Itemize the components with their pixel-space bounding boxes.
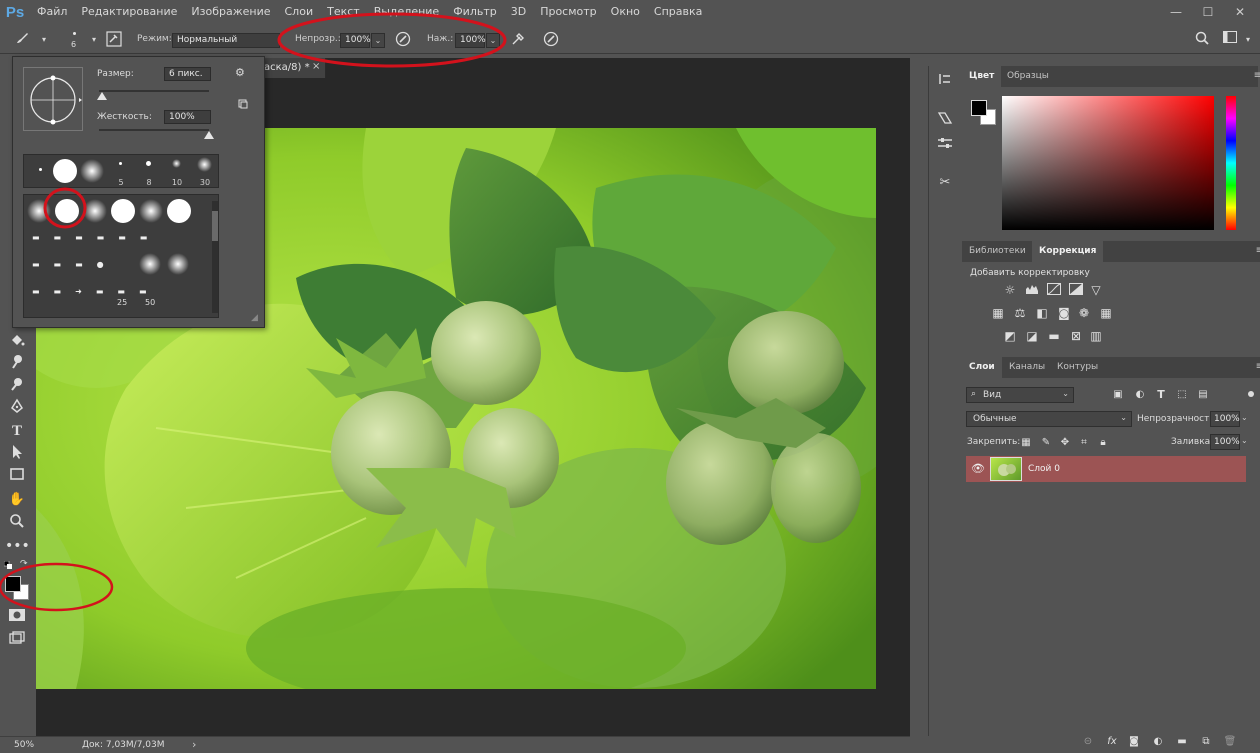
gradient-map-icon[interactable]: ▥ — [1088, 329, 1104, 343]
adjustments-title: Добавить корректировку — [970, 268, 1090, 278]
layers-panel: Слои Каналы Контуры ≡ ⌕ Вид ⌄ ▣ ◐ T ⬚ ▤ … — [962, 357, 1260, 753]
invert-icon[interactable]: ◩ — [1002, 329, 1018, 343]
filter-search-icon: ⌕ — [971, 389, 977, 399]
new-layer-icon[interactable]: ⧉ — [1198, 735, 1214, 749]
lock-position-icon[interactable]: ✥ — [1057, 436, 1073, 450]
vibrance-adjustment-icon[interactable]: ▽ — [1088, 283, 1104, 297]
blend-mode-value: Обычные — [973, 414, 1017, 424]
tools-scissors-icon[interactable]: ✂ — [934, 172, 956, 194]
foreground-color-chip[interactable] — [971, 100, 987, 116]
layers-footer: ⊝ fx ◙ ◐ ▬ ⧉ 🗑︎ — [1076, 734, 1256, 750]
blend-mode-select[interactable]: Обычные ⌄ — [966, 411, 1132, 427]
filter-kind-label: Вид — [983, 390, 1002, 400]
hue-slider[interactable] — [1226, 96, 1236, 230]
adjustments-panel-menu-icon[interactable]: ≡ — [1256, 245, 1260, 256]
blend-dropdown-icon: ⌄ — [1120, 413, 1127, 422]
tab-adjustments[interactable]: Коррекция — [1032, 241, 1104, 262]
new-group-icon[interactable]: ▬ — [1174, 735, 1190, 749]
link-layers-icon[interactable]: ⊝ — [1080, 735, 1096, 749]
tab-channels[interactable]: Каналы — [1002, 357, 1052, 378]
layer-row[interactable]: 👁︎ Слой 0 — [966, 456, 1246, 482]
history-panel-icon[interactable] — [934, 72, 956, 94]
layer-opacity-dropdown-icon[interactable]: ⌄ — [1241, 411, 1253, 427]
fill-input[interactable]: 100% — [1210, 434, 1240, 450]
threshold-icon[interactable]: ▬ — [1046, 329, 1062, 343]
layer-filter-select[interactable]: ⌕ Вид ⌄ — [966, 387, 1074, 403]
layer-thumbnail[interactable] — [990, 457, 1022, 481]
lock-pixels-icon[interactable]: ✎ — [1038, 436, 1054, 450]
tab-layers[interactable]: Слои — [962, 357, 1002, 378]
layer-name[interactable]: Слой 0 — [1028, 464, 1060, 474]
color-field[interactable] — [1002, 96, 1214, 230]
adjustments-panel: Библиотеки Коррекция ≡ Добавить корректи… — [962, 241, 1260, 351]
photo-filter-icon[interactable]: ◙ — [1056, 306, 1072, 320]
tab-color[interactable]: Цвет — [962, 66, 1002, 87]
color-balance-icon[interactable]: ⚖ — [1012, 306, 1028, 320]
color-panel-header: Цвет Образцы ≡ — [962, 66, 1260, 87]
channel-mixer-icon[interactable]: ❁ — [1076, 306, 1092, 320]
posterize-icon[interactable]: ◪ — [1024, 329, 1040, 343]
layer-visibility-eye-icon[interactable]: 👁︎ — [971, 462, 985, 475]
color-panel-menu-icon[interactable]: ≡ — [1254, 70, 1260, 81]
layer-opacity-input[interactable]: 100% — [1210, 411, 1240, 427]
tab-libraries[interactable]: Библиотеки — [962, 241, 1033, 262]
delete-layer-icon[interactable]: 🗑︎ — [1222, 735, 1238, 749]
filter-adjustment-icon[interactable]: ◐ — [1132, 388, 1148, 402]
hue-saturation-icon[interactable]: ▦ — [990, 306, 1006, 320]
panel-icon-column: ✂ — [928, 66, 960, 736]
new-adjustment-layer-icon[interactable]: ◐ — [1150, 735, 1166, 749]
lock-transparency-icon[interactable]: ▦ — [1018, 436, 1034, 450]
levels-adjustment-icon[interactable] — [1024, 283, 1040, 297]
layers-panel-header: Слои Каналы Контуры ≡ — [962, 357, 1260, 378]
filter-toggle[interactable] — [1248, 391, 1254, 397]
adjustments-panel-header: Библиотеки Коррекция ≡ — [962, 241, 1260, 262]
annotation-ellipse-colors — [0, 562, 114, 612]
tab-swatches[interactable]: Образцы — [1000, 66, 1056, 87]
black-white-icon[interactable]: ◧ — [1034, 306, 1050, 320]
color-lookup-icon[interactable]: ▦ — [1098, 306, 1114, 320]
properties-panel-icon[interactable] — [934, 110, 956, 132]
fx-icon[interactable]: fx — [1104, 735, 1120, 749]
filter-type-icon[interactable]: T — [1153, 388, 1169, 402]
adjustments-sliders-icon[interactable] — [934, 136, 956, 158]
filter-dropdown-icon: ⌄ — [1062, 389, 1069, 398]
lock-all-icon[interactable]: 🔒︎ — [1095, 436, 1111, 450]
selective-color-icon[interactable]: ⊠ — [1068, 329, 1084, 343]
annotation-ellipse-brush — [43, 187, 87, 229]
lock-label: Закрепить: — [967, 437, 1021, 447]
layers-panel-menu-icon[interactable]: ≡ — [1256, 361, 1260, 372]
exposure-adjustment-icon[interactable] — [1068, 283, 1084, 297]
layer-opacity-label: Непрозрачность: — [1137, 414, 1218, 424]
add-mask-icon[interactable]: ◙ — [1126, 735, 1142, 749]
curves-adjustment-icon[interactable] — [1046, 283, 1062, 297]
filter-smart-object-icon[interactable]: ▤ — [1195, 388, 1211, 402]
filter-pixel-icon[interactable]: ▣ — [1110, 388, 1126, 402]
tab-paths[interactable]: Контуры — [1050, 357, 1105, 378]
brightness-adjustment-icon[interactable]: ☼ — [1002, 283, 1018, 297]
annotation-ellipse-opacity — [277, 12, 507, 68]
filter-shape-icon[interactable]: ⬚ — [1174, 388, 1190, 402]
fill-label: Заливка: — [1171, 437, 1214, 447]
lock-artboard-icon[interactable]: ⌗ — [1076, 436, 1092, 450]
fill-dropdown-icon[interactable]: ⌄ — [1241, 434, 1253, 450]
color-panel: Цвет Образцы ≡ — [962, 66, 1260, 240]
